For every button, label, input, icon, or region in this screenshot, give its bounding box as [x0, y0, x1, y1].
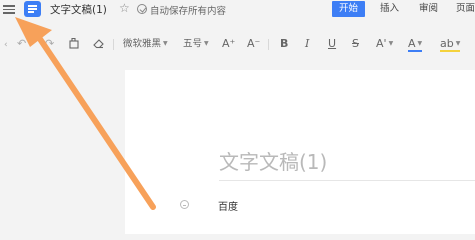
superscript-button[interactable]: A' ▼	[376, 38, 393, 50]
check-circle-icon	[137, 4, 147, 14]
document-body-text[interactable]: 百度	[218, 198, 238, 213]
highlight-button[interactable]: ab ▼	[440, 38, 461, 52]
toolbar-divider	[113, 39, 114, 50]
document-heading[interactable]: 文字文稿(1)	[219, 146, 327, 175]
autosave-status: 自动保存所有内容	[150, 6, 227, 17]
font-size-select[interactable]: 五号 ▼	[183, 38, 209, 51]
eraser-icon[interactable]	[92, 37, 105, 50]
strikethrough-button[interactable]: S	[352, 38, 359, 50]
title-bar: 文字文稿(1) ☆ 自动保存所有内容 开始 插入 审阅 页面	[0, 0, 475, 18]
wps-writer-window: 文字文稿(1) ☆ 自动保存所有内容 开始 插入 审阅 页面 ‹ ↶ ↷ 微软雅…	[0, 0, 475, 234]
shrink-font-button[interactable]: A⁻	[247, 38, 260, 50]
paragraph-handle-icon[interactable]	[180, 200, 189, 209]
underline-button[interactable]: U	[328, 38, 336, 50]
italic-button[interactable]: I	[305, 38, 309, 50]
document-icon	[24, 1, 41, 17]
format-painter-icon[interactable]	[68, 37, 80, 50]
font-color-button[interactable]: A ▼	[408, 38, 423, 52]
tab-home[interactable]: 开始	[332, 1, 365, 17]
tab-review[interactable]: 审阅	[419, 1, 438, 17]
grow-font-button[interactable]: A⁺	[222, 38, 235, 50]
star-icon[interactable]: ☆	[119, 0, 130, 16]
undo-icon[interactable]: ‹	[4, 39, 8, 51]
redo-icon[interactable]: ↷	[45, 38, 54, 50]
bold-button[interactable]: B	[280, 38, 288, 50]
document-title[interactable]: 文字文稿(1)	[50, 2, 107, 17]
tab-page-layout[interactable]: 页面	[456, 1, 475, 17]
hamburger-menu-icon[interactable]	[3, 3, 15, 15]
heading-divider	[219, 180, 475, 181]
font-name-select[interactable]: 微软雅黑 ▼	[123, 38, 168, 51]
tab-insert[interactable]: 插入	[380, 1, 399, 17]
undo-icon[interactable]: ↶	[17, 38, 26, 50]
formatting-toolbar: ‹ ↶ ↷ 微软雅黑 ▼ 五号 ▼ A⁺ A⁻ B I U S A' ▼ A ▼ ab ▼	[0, 30, 475, 58]
toolbar-divider	[268, 39, 269, 50]
